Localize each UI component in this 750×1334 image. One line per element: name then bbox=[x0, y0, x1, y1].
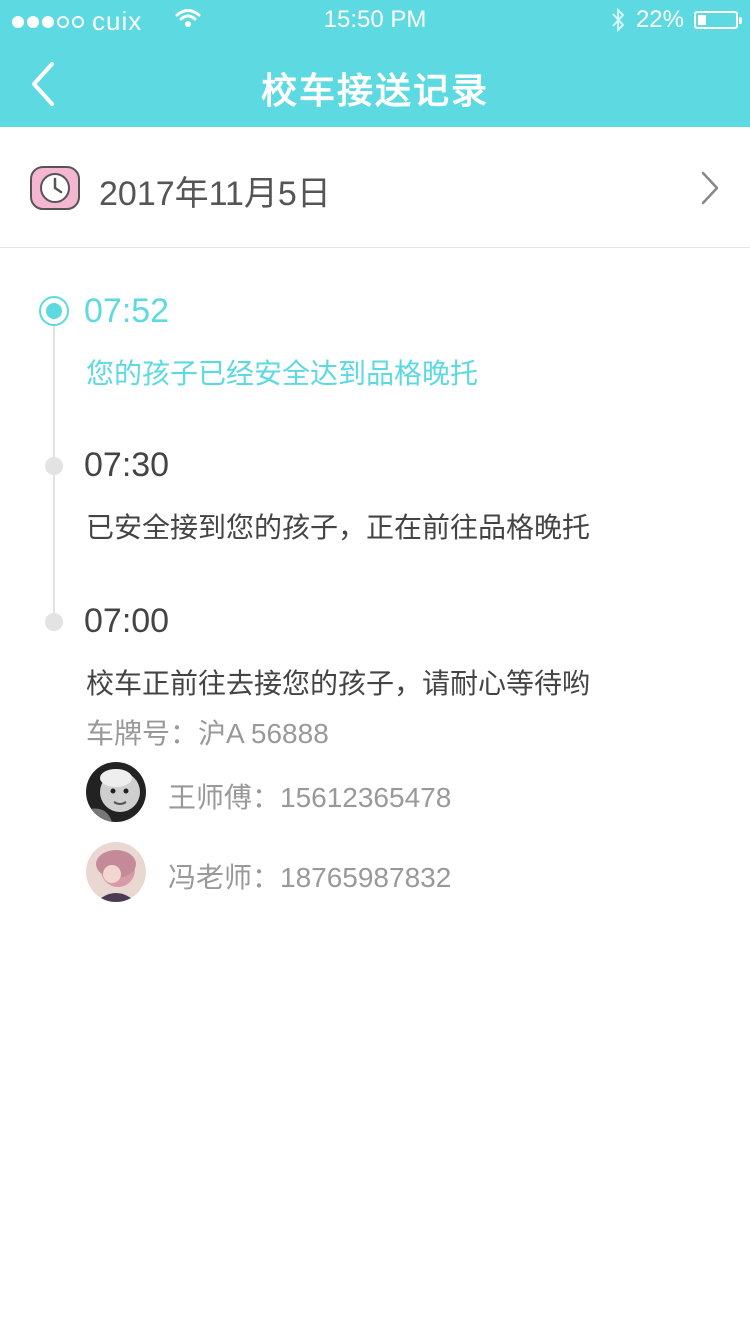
bluetooth-icon bbox=[612, 7, 625, 33]
header-bar: cuix 15:50 PM 22% 校车接送记录 bbox=[0, 0, 750, 127]
timeline-message: 您的孩子已经安全达到品格晚托 bbox=[86, 358, 479, 389]
timeline-time: 07:52 bbox=[84, 292, 170, 330]
chevron-right-icon[interactable] bbox=[698, 170, 722, 206]
timeline-node bbox=[45, 613, 63, 631]
page-title: 校车接送记录 bbox=[260, 70, 489, 111]
timeline-message: 已安全接到您的孩子，正在前往品格晚托 bbox=[86, 512, 591, 543]
battery-icon bbox=[694, 11, 742, 29]
teacher-avatar bbox=[86, 842, 146, 902]
teacher-contact[interactable]: 冯老师：18765987832 bbox=[168, 856, 451, 896]
driver-contact[interactable]: 王师傅：15612365478 bbox=[168, 776, 451, 816]
battery-fill bbox=[698, 15, 706, 25]
timeline-node bbox=[45, 457, 63, 475]
timeline-node-active bbox=[39, 296, 69, 326]
timeline-message: 校车正前往去接您的孩子，请耐心等待哟 bbox=[86, 668, 591, 699]
driver-avatar bbox=[86, 762, 146, 822]
clock-icon bbox=[30, 166, 80, 210]
timeline-time: 07:00 bbox=[84, 602, 170, 640]
status-bar: cuix 15:50 PM 22% bbox=[0, 0, 750, 40]
status-right: 22% bbox=[610, 6, 742, 34]
timeline-time: 07:30 bbox=[84, 446, 170, 484]
plate-number: 车牌号：沪A 56888 bbox=[86, 718, 329, 749]
battery-percent: 22% bbox=[635, 6, 684, 33]
date-label: 2017年11月5日 bbox=[99, 175, 331, 213]
